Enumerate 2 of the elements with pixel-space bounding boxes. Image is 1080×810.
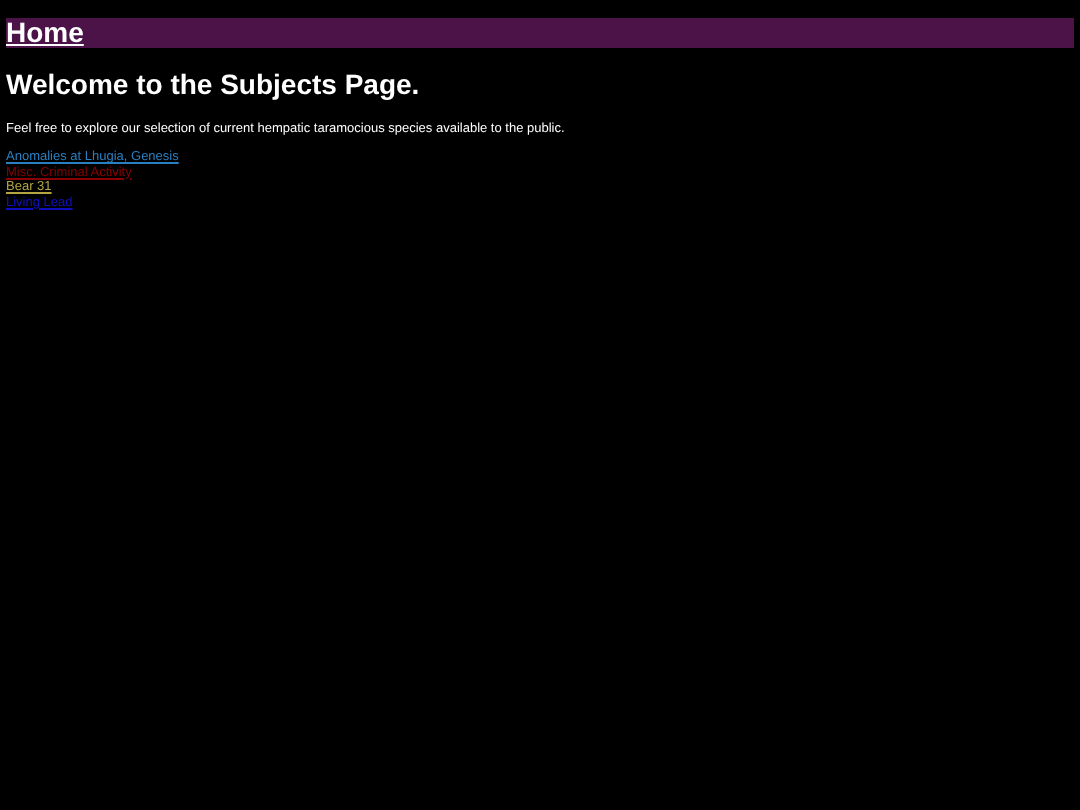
home-link[interactable]: Home	[6, 18, 84, 48]
page-title: Welcome to the Subjects Page.	[6, 68, 422, 100]
